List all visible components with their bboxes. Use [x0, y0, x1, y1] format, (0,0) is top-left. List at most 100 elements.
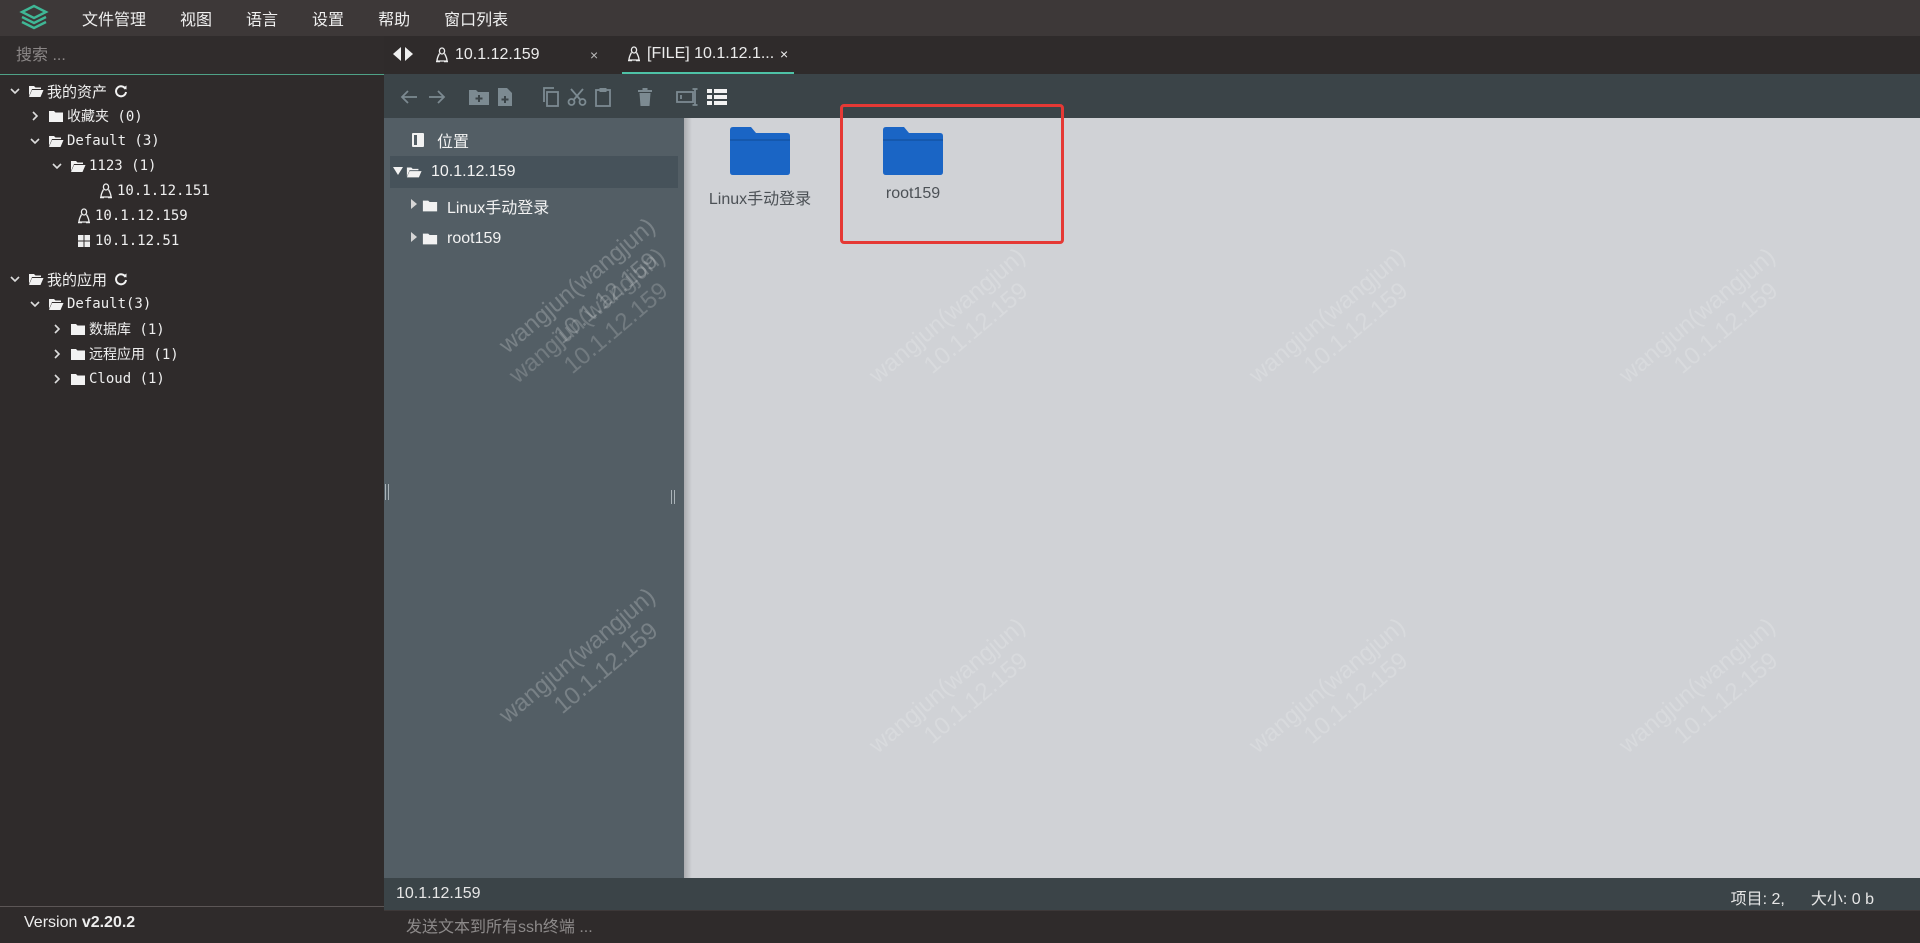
new-file-icon[interactable] — [494, 86, 516, 108]
back-icon[interactable] — [398, 86, 420, 108]
refresh-icon[interactable] — [113, 271, 129, 287]
tab-terminal[interactable]: 10.1.12.159 × — [434, 36, 598, 74]
tree-host-151[interactable]: 10.1.12.151 — [98, 180, 210, 202]
linux-icon — [434, 47, 450, 63]
watermark-line: wangjun(wangjun) — [1614, 612, 1781, 759]
status-size: 大小: 0 b — [1810, 891, 1874, 908]
watermark-line: wangjun(wangjun) — [1244, 242, 1411, 389]
folder-tree-item[interactable]: Linux手动登录 — [410, 190, 549, 222]
chevron-right-icon[interactable] — [50, 322, 64, 336]
refresh-icon[interactable] — [113, 83, 129, 99]
menu-language[interactable]: 语言 — [246, 6, 278, 30]
tree-host-51[interactable]: 10.1.12.51 — [76, 230, 179, 252]
watermark-line: wangjun(wangjun) — [1614, 242, 1781, 389]
folder-tree-root[interactable]: 10.1.12.159 — [390, 156, 678, 188]
folder-icon — [729, 127, 791, 180]
tree-group-1123[interactable]: 1123 (1) — [50, 155, 156, 177]
watermark-line: wangjun(wangjun) — [494, 212, 661, 359]
menu-settings[interactable]: 设置 — [312, 6, 344, 30]
tree-label: 10.1.12.151 — [117, 183, 210, 199]
tree-label: Cloud (1) — [89, 371, 165, 387]
menu-window-list[interactable]: 窗口列表 — [444, 6, 508, 30]
copy-icon[interactable] — [540, 86, 562, 108]
menu-file-manager[interactable]: 文件管理 — [82, 6, 146, 30]
location-item[interactable]: 位置 — [410, 124, 469, 156]
forward-icon[interactable] — [426, 86, 448, 108]
tree-default-apps[interactable]: Default(3) — [28, 293, 151, 315]
linux-icon — [76, 208, 92, 224]
folder-icon — [70, 321, 86, 337]
tab-close-icon[interactable]: × — [780, 46, 788, 62]
watermark-line: 10.1.12.159 — [1298, 277, 1414, 380]
watermark-line: 10.1.12.159 — [1668, 647, 1784, 750]
tab-next-icon[interactable] — [404, 46, 414, 66]
tab-file[interactable]: [FILE] 10.1.12.1... × — [622, 36, 794, 74]
tree-my-apps[interactable]: 我的应用 — [8, 268, 132, 290]
tab-bar: 10.1.12.159 × [FILE] 10.1.12.1... × — [384, 36, 1920, 74]
tree-default-assets[interactable]: Default (3) — [28, 130, 160, 152]
chevron-down-icon[interactable] — [28, 297, 42, 311]
watermark-line: 10.1.12.159 — [918, 647, 1034, 750]
watermark-line: wangjun(wangjun) — [864, 242, 1031, 389]
new-folder-icon[interactable] — [468, 86, 490, 108]
broadcast-input[interactable] — [404, 915, 1808, 941]
version-prefix: Version — [24, 914, 82, 931]
search-box — [0, 36, 384, 75]
folder-icon — [70, 371, 86, 387]
watermark: wangjun(wangjun)10.1.12.159 — [864, 613, 1049, 781]
tab-prev-icon[interactable] — [392, 46, 402, 66]
folder-icon — [48, 108, 64, 124]
list-view-icon[interactable] — [706, 86, 728, 108]
menu-help[interactable]: 帮助 — [378, 6, 410, 30]
search-input[interactable] — [14, 42, 368, 70]
tree-label: 10.1.12.51 — [95, 233, 180, 249]
tree-label: 我的应用 — [47, 271, 108, 289]
tree-cloud[interactable]: Cloud (1) — [50, 368, 165, 390]
caret-right-icon[interactable] — [410, 230, 418, 248]
tree-database[interactable]: 数据库 (1) — [50, 318, 165, 340]
tree-my-assets[interactable]: 我的资产 — [8, 80, 132, 102]
watermark-line: 10.1.12.159 — [548, 247, 664, 350]
tree-remote-app[interactable]: 远程应用 (1) — [50, 343, 179, 365]
divider — [0, 906, 384, 907]
watermark: wangjun(wangjun)10.1.12.159 — [494, 213, 679, 381]
left-splitter-handle[interactable] — [384, 480, 390, 504]
folder-open-icon — [28, 271, 44, 287]
cut-icon[interactable] — [566, 86, 588, 108]
caret-right-icon[interactable] — [410, 197, 418, 215]
folder-open-icon — [70, 158, 86, 174]
pane-splitter-handle[interactable] — [670, 488, 676, 512]
folder-open-icon — [48, 296, 64, 312]
status-bar: 10.1.12.159 项目: 2, 大小: 0 b — [384, 878, 1920, 910]
chevron-down-icon[interactable] — [28, 134, 42, 148]
tab-nav — [392, 46, 414, 66]
folder-icon — [422, 231, 438, 247]
watermark-line: wangjun(wangjun) — [1244, 612, 1411, 759]
watermark: wangjun(wangjun)10.1.12.159 — [1244, 243, 1429, 411]
tree-host-159[interactable]: 10.1.12.159 — [76, 205, 188, 227]
rename-icon[interactable] — [676, 86, 698, 108]
chevron-right-icon[interactable] — [28, 109, 42, 123]
chevron-down-icon[interactable] — [8, 84, 22, 98]
trash-icon[interactable] — [634, 86, 656, 108]
broadcast-bar — [384, 910, 1920, 943]
folder-tree-pane: 位置 10.1.12.159 Linux手动登录 root159 wangjun… — [384, 118, 684, 878]
tab-close-icon[interactable]: × — [590, 47, 598, 63]
chevron-down-icon[interactable] — [50, 159, 64, 173]
file-item-folder[interactable]: Linux手动登录 — [695, 126, 825, 209]
tree-favorites[interactable]: 收藏夹 (0) — [28, 105, 143, 127]
sidebar: 我的资产 收藏夹 (0) Default (3) 1123 (1) 10.1.1… — [0, 36, 384, 942]
status-path: 10.1.12.159 — [396, 885, 481, 902]
paste-icon[interactable] — [592, 86, 614, 108]
version-label: Version v2.20.2 — [24, 914, 135, 932]
tree-label: 10.1.12.159 — [95, 208, 188, 224]
tree-label: 远程应用 (1) — [89, 347, 179, 363]
chevron-down-icon[interactable] — [8, 272, 22, 286]
caret-down-icon[interactable] — [392, 163, 404, 181]
chevron-right-icon[interactable] — [50, 372, 64, 386]
file-name: Linux手动登录 — [708, 191, 812, 208]
menu-view[interactable]: 视图 — [180, 6, 212, 30]
folder-tree-item[interactable]: root159 — [410, 223, 501, 255]
watermark-line: 10.1.12.159 — [1668, 277, 1784, 380]
chevron-right-icon[interactable] — [50, 347, 64, 361]
